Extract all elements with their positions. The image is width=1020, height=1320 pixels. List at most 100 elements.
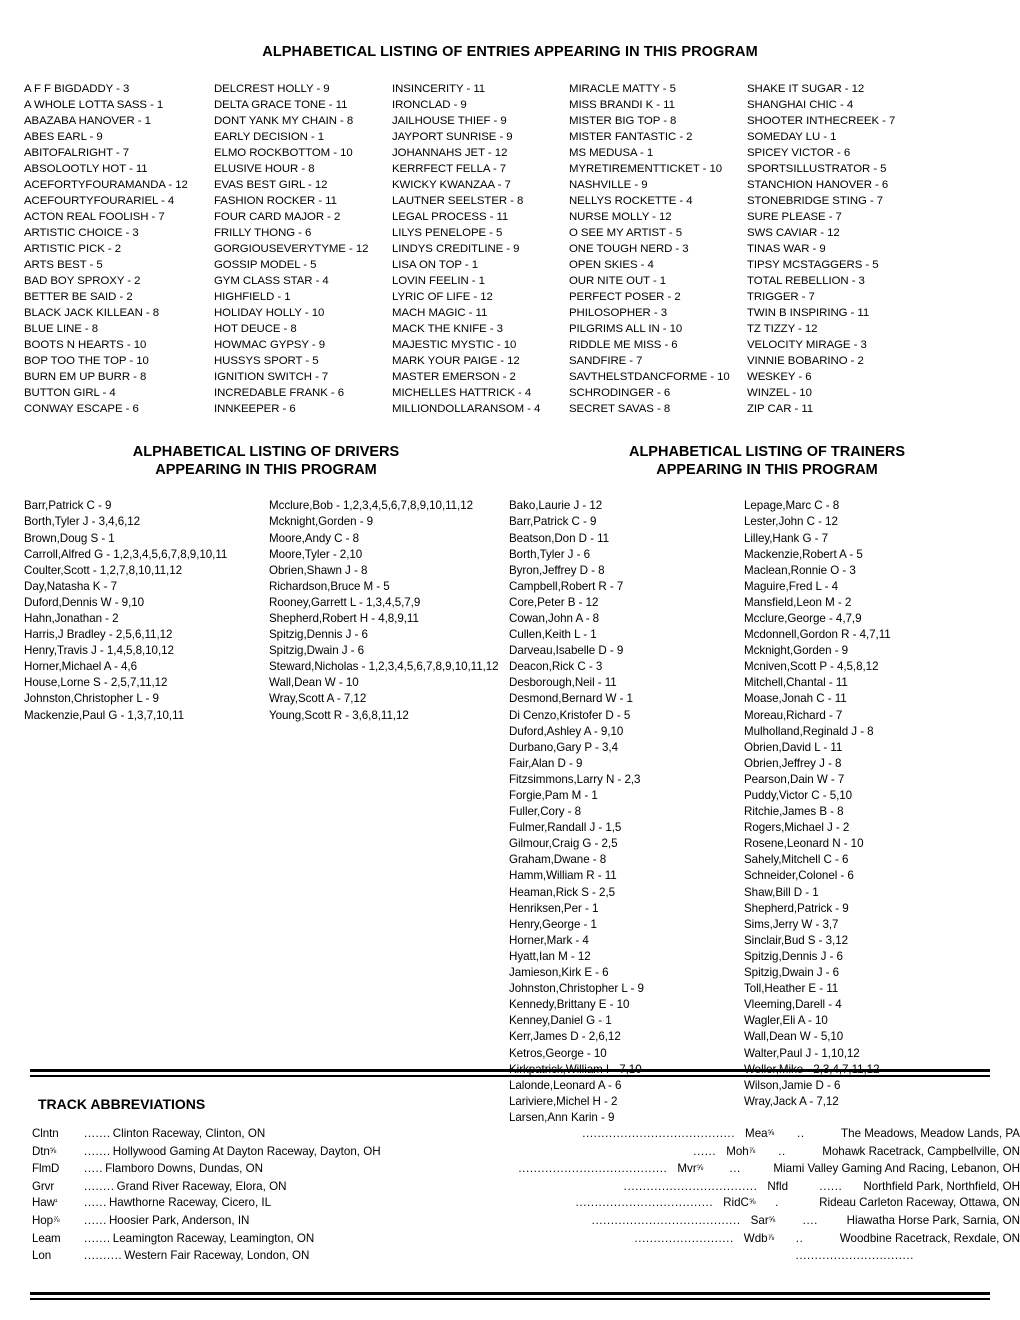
trainer-list-item: Core,Peter B - 12 — [509, 595, 599, 609]
divider-thin-line — [30, 1075, 990, 1077]
trainer-list-item: Byron,Jeffrey D - 8 — [509, 563, 605, 577]
entry-list-item: BOP TOO THE TOP - 10 — [24, 355, 149, 368]
entry-list-item: ELUSIVE HOUR - 8 — [214, 163, 315, 176]
entry-list-item: SAVTHELSTDANCFORME - 10 — [569, 371, 730, 384]
entry-list-item: MASTER EMERSON - 2 — [392, 371, 516, 384]
entry-list-item: EVAS BEST GIRL - 12 — [214, 179, 328, 192]
entry-list-item: A WHOLE LOTTA SASS - 1 — [24, 99, 164, 112]
trainer-list-item: Obrien,Jeffrey J - 8 — [744, 756, 842, 770]
track-name-right: Miami Valley Gaming And Racing, Lebanon,… — [773, 1162, 1020, 1176]
trainer-list-item: Mcdonnell,Gordon R - 4,7,11 — [744, 628, 891, 642]
track-leader-dots-left: ...... — [84, 1196, 107, 1210]
entry-list-item: BLUE LINE - 8 — [24, 323, 99, 336]
entry-list-item: MAJESTIC MYSTIC - 10 — [392, 339, 517, 352]
entry-list-item: DELCREST HOLLY - 9 — [214, 83, 330, 95]
program-page: ALPHABETICAL LISTING OF ENTRIES APPEARIN… — [0, 0, 1020, 1320]
driver-list-item: Harris,J Bradley - 2,5,6,11,12 — [24, 628, 173, 642]
track-leader-dots-left: ....... — [84, 1231, 111, 1245]
entry-list-item: MACH MAGIC - 11 — [392, 307, 488, 320]
entry-list-item: HUSSYS SPORT - 5 — [214, 355, 319, 368]
entry-list-item: VINNIE BOBARINO - 2 — [747, 355, 864, 368]
driver-list-item: House,Lorne S - 2,5,7,11,12 — [24, 676, 168, 690]
entry-list-item: LILYS PENELOPE - 5 — [392, 227, 503, 240]
driver-list-item: Mackenzie,Paul G - 1,3,7,10,11 — [24, 708, 185, 722]
entry-list-item: WESKEY - 6 — [747, 371, 812, 384]
track-name-right: Northfield Park, Northfield, OH — [863, 1179, 1020, 1193]
trainer-list-item: Lester,John C - 12 — [744, 515, 838, 529]
entry-list-item: KWICKY KWANZAA - 7 — [392, 179, 511, 192]
entry-list-item: ARTS BEST - 5 — [24, 259, 103, 272]
entry-list-item: TIPSY MCSTAGGERS - 5 — [747, 259, 879, 272]
driver-list-item: Mcknight,Gorden - 9 — [269, 515, 374, 529]
entries-column-1: A F F BIGDADDY - 3 A WHOLE LOTTA SASS - 1… — [24, 81, 214, 417]
trainers-column-1: Bako,Laurie J - 12 Barr,Patrick C - 9 Beat… — [509, 498, 744, 1126]
driver-list-item: Johnston,Christopher L - 9 — [24, 692, 159, 706]
entry-list-item: SHOOTER INTHECREEK - 7 — [747, 115, 896, 128]
entries-column-5: SHAKE IT SUGAR - 12 SHANGHAI CHIC - 4 SHOO… — [747, 81, 947, 417]
entries-section-title: ALPHABETICAL LISTING OF ENTRIES APPEARIN… — [262, 44, 758, 60]
trainer-list-item: Heaman,Rick S - 2,5 — [509, 885, 616, 899]
trainer-list-item: Toll,Heather E - 11 — [744, 982, 839, 996]
track-code-right: RidC⅝ — [723, 1196, 756, 1210]
track-leader-dots-right: . — [775, 1196, 779, 1210]
entry-list-item: ABES EARL - 9 — [24, 131, 103, 144]
trainer-list-item: Sinclair,Bud S - 3,12 — [744, 933, 848, 947]
entry-list-item: TOTAL REBELLION - 3 — [747, 275, 865, 288]
bottom-divider-thin-line — [30, 1298, 990, 1300]
track-leader-dots-right: ...... — [819, 1179, 843, 1193]
trainer-list-item: Cowan,John A - 8 — [509, 611, 600, 625]
track-code-right: Sar⅝ — [750, 1213, 776, 1227]
entry-list-item: ACEFORTYFOURAMANDA - 12 — [24, 179, 188, 192]
entry-list-item: BOOTS N HEARTS - 10 — [24, 339, 147, 352]
track-leader-dots-left: ....... — [84, 1127, 111, 1140]
entry-list-item: OPEN SKIES - 4 — [569, 259, 654, 272]
trainer-list-item: Kenney,Daniel G - 1 — [509, 1014, 612, 1028]
entry-list-item: MISTER BIG TOP - 8 — [569, 115, 677, 128]
track-code-right: Wdb⅞ — [743, 1231, 775, 1245]
entry-list-item: OUR NITE OUT - 1 — [569, 275, 667, 288]
trainer-list-item: Fitzsimmons,Larry N - 2,3 — [509, 772, 641, 786]
track-name-right: Hiawatha Horse Park, Sarnia, ON — [846, 1213, 1020, 1227]
trainer-list-item: Jamieson,Kirk E - 6 — [509, 966, 609, 980]
trainer-list-item: Henry,George - 1 — [509, 917, 597, 931]
trainer-list-item: Cullen,Keith L - 1 — [509, 628, 597, 642]
track-leader-dots-middle: ............................... — [795, 1249, 914, 1263]
entry-list-item: NELLYS ROCKETTE - 4 — [569, 195, 693, 208]
track-abbreviations-section: TRACK ABBREVIATIONS Clntn....... Clinton … — [0, 1096, 1020, 1265]
drivers-trainers-headings: ALPHABETICAL LISTING OF DRIVERS APPEARIN… — [0, 443, 1020, 479]
trainer-list-item: Fulmer,Randall J - 1,5 — [509, 821, 622, 835]
track-abbreviation-row: Dtn⅝....... Hollywood Gaming At Dayton Ra… — [32, 1144, 1020, 1162]
driver-list-item: Mcclure,Bob - 1,2,3,4,5,6,7,8,9,10,11,12 — [269, 499, 474, 513]
track-abbreviation-row: Hop⅞...... Hoosier Park, Anderson, IN....… — [32, 1213, 1020, 1231]
trainer-list-item: Mansfield,Leon M - 2 — [744, 595, 852, 609]
trainer-list-item: Shaw,Bill D - 1 — [744, 885, 819, 899]
entry-list-item: IRONCLAD - 9 — [392, 99, 467, 112]
trainer-list-item: Hyatt,Ian M - 12 — [509, 949, 591, 963]
drivers-title-line2: APPEARING IN THIS PROGRAM — [155, 462, 377, 479]
entry-list-item: PERFECT POSER - 2 — [569, 291, 681, 304]
trainer-list-item: Deacon,Rick C - 3 — [509, 660, 603, 674]
entry-list-item: CONWAY ESCAPE - 6 — [24, 403, 139, 416]
driver-list-item: Day,Natasha K - 7 — [24, 579, 118, 593]
track-code-left: Clntn — [32, 1127, 59, 1140]
divider-thick-line — [30, 1069, 990, 1072]
driver-list-item: Obrien,Shawn J - 8 — [269, 563, 368, 577]
trainer-list-item: Di Cenzo,Kristofer D - 5 — [509, 708, 631, 722]
entry-list-item: EARLY DECISION - 1 — [214, 131, 325, 144]
driver-list-item: Wall,Dean W - 10 — [269, 676, 359, 690]
entry-list-item: RIDDLE ME MISS - 6 — [569, 339, 678, 352]
track-abbreviation-row: Lon.......... Western Fair Raceway, Londo… — [32, 1248, 1020, 1265]
trainers-title-line2: APPEARING IN THIS PROGRAM — [656, 462, 878, 479]
trainer-list-item: Fuller,Cory - 8 — [509, 805, 582, 819]
entry-list-item: GOSSIP MODEL - 5 — [214, 259, 317, 272]
entry-list-item: IGNITION SWITCH - 7 — [214, 371, 329, 384]
driver-list-item: Horner,Michael A - 4,6 — [24, 660, 137, 674]
driver-list-item: Wray,Scott A - 7,12 — [269, 692, 367, 706]
entry-list-item: SHANGHAI CHIC - 4 — [747, 99, 854, 112]
track-leader-dots-middle: ................................... — [623, 1179, 758, 1193]
trainer-list-item: Darveau,Isabelle D - 9 — [509, 644, 624, 658]
entry-list-item: HIGHFIELD - 1 — [214, 291, 291, 304]
trainer-list-item: Campbell,Robert R - 7 — [509, 579, 624, 593]
track-name-right: Mohawk Racetrack, Campbellville, ON — [822, 1144, 1020, 1158]
trainer-list-item: Fair,Alan D - 9 — [509, 756, 583, 770]
